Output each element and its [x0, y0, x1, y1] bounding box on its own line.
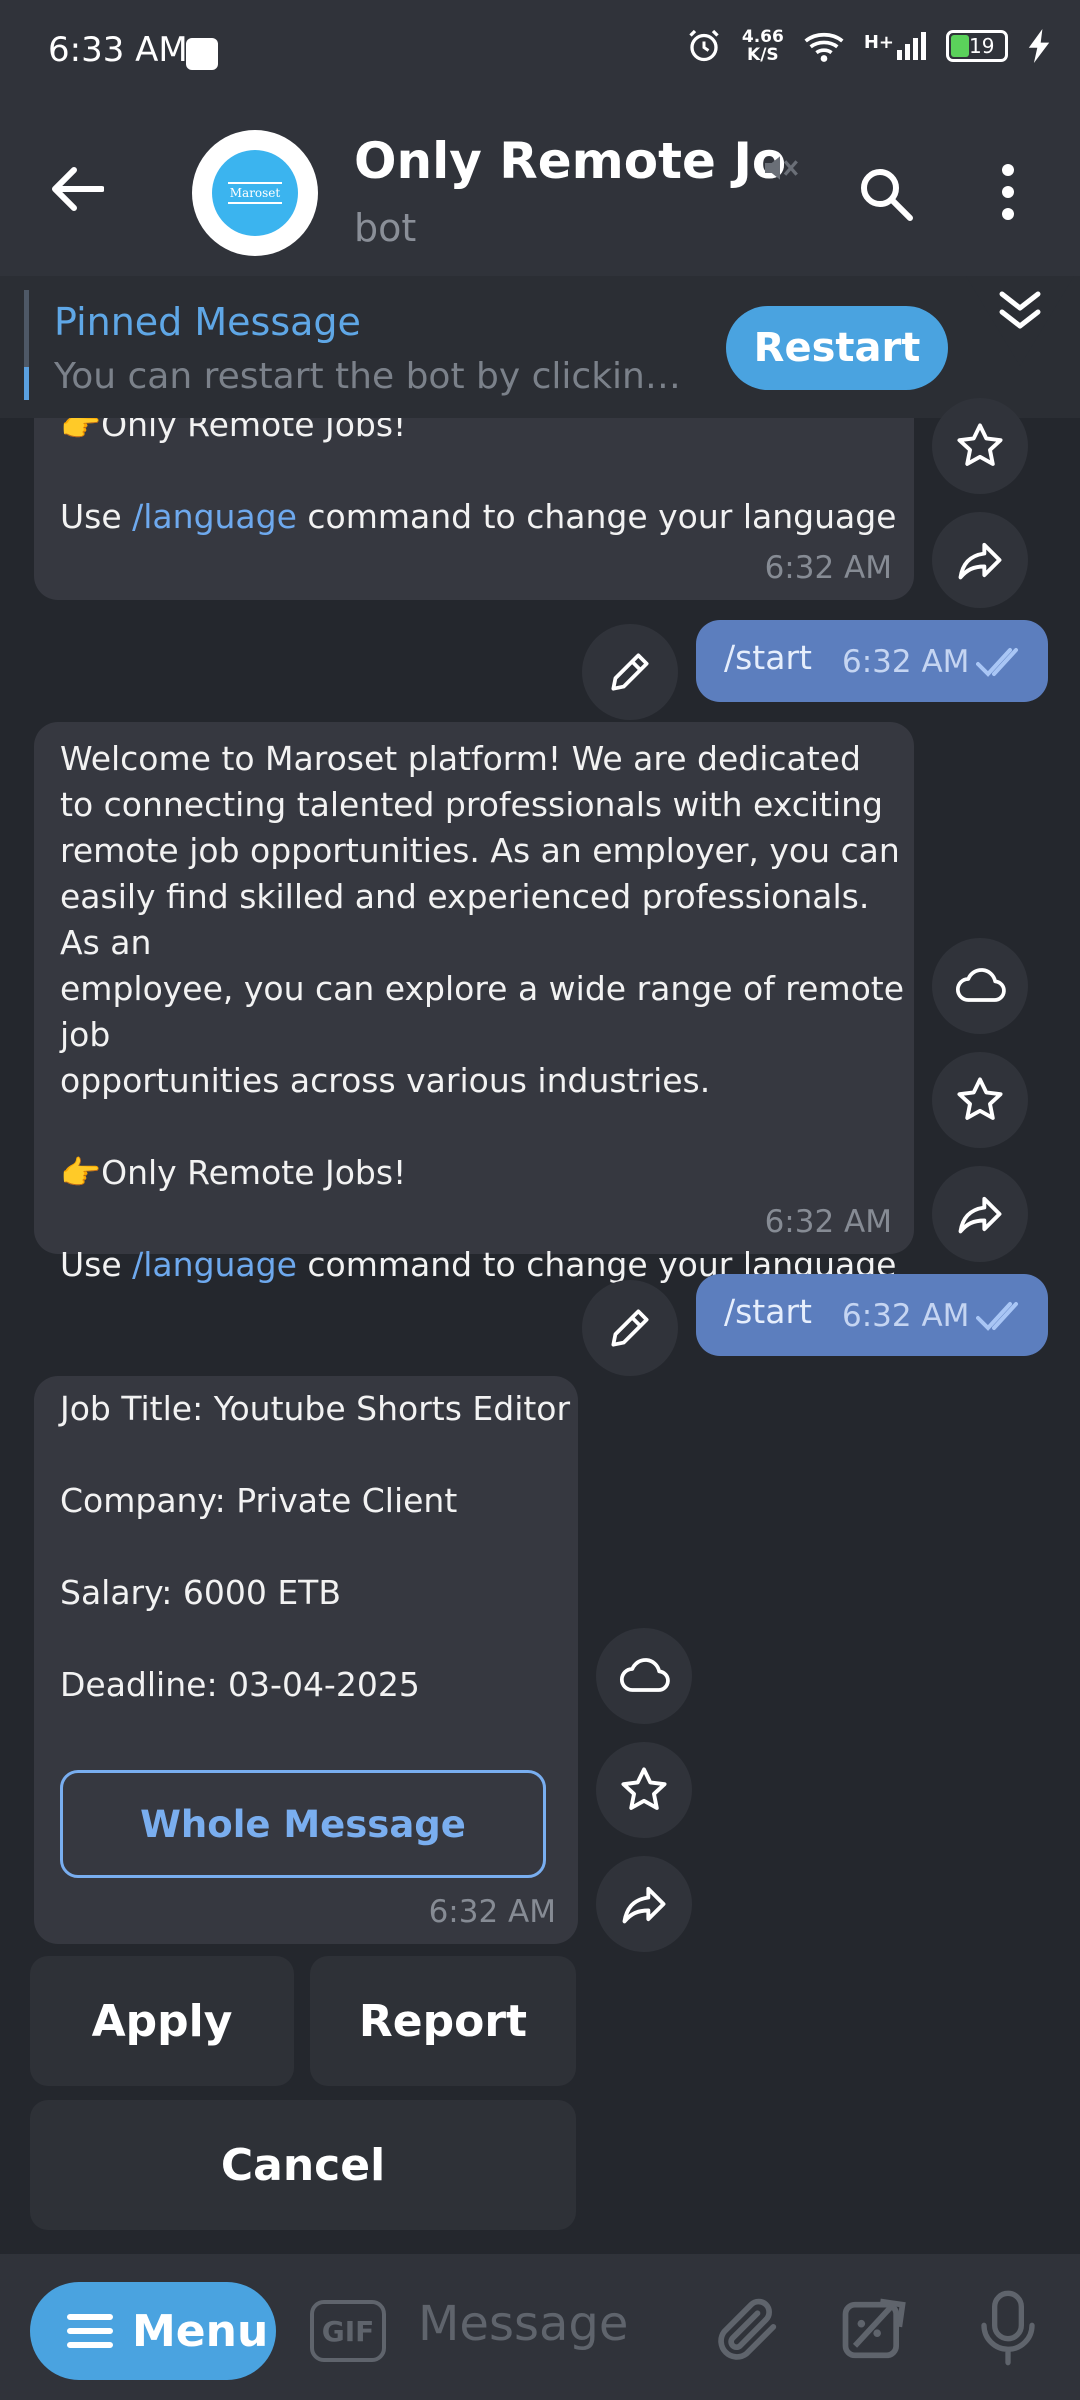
save-to-cloud-button[interactable]: [932, 938, 1028, 1034]
job-message-bubble[interactable]: Job Title: Youtube Shorts Editor Company…: [34, 1376, 578, 1944]
cancel-button[interactable]: Cancel: [30, 2100, 576, 2230]
pinned-text: You can restart the bot by clickin…: [54, 356, 681, 397]
job-details-text: Job Title: Youtube Shorts Editor Company…: [60, 1389, 571, 1704]
save-to-cloud-button[interactable]: [596, 1628, 692, 1724]
avatar-logo-text: Maroset: [227, 182, 283, 204]
status-icons: 4.66 K/S H+ 19: [686, 28, 1050, 64]
edit-button[interactable]: [582, 624, 678, 720]
sticker-icon[interactable]: [836, 2292, 912, 2368]
language-command-link[interactable]: /language: [132, 497, 297, 536]
forward-button[interactable]: [596, 1856, 692, 1952]
menu-label: Menu: [132, 2305, 269, 2357]
pencil-icon: [611, 653, 649, 691]
apply-button[interactable]: Apply: [30, 1956, 294, 2086]
language-command-link[interactable]: /language: [132, 1245, 297, 1284]
read-check-icon: [976, 648, 1018, 677]
favorite-button[interactable]: [596, 1742, 692, 1838]
back-arrow-icon[interactable]: [50, 166, 104, 212]
report-button[interactable]: Report: [310, 1956, 576, 2086]
pin-indicator: [24, 290, 29, 400]
whole-message-button[interactable]: Whole Message: [60, 1770, 546, 1878]
cloud-icon: [620, 1658, 670, 1692]
hamburger-icon: [67, 2314, 113, 2348]
charging-icon: [1028, 29, 1050, 63]
sent-message[interactable]: /start 6:32 AM: [696, 620, 1048, 702]
sent-text: /start: [724, 1292, 812, 1331]
net-speed: 4.66 K/S: [741, 27, 784, 65]
status-time: 6:33 AM: [48, 30, 188, 70]
share-icon: [958, 1196, 1002, 1234]
star-icon: [957, 1077, 1003, 1120]
favorite-button[interactable]: [932, 1052, 1028, 1148]
battery-icon: 19: [946, 30, 1008, 62]
star-icon: [621, 1767, 667, 1810]
read-check-icon: [976, 1302, 1018, 1331]
chat-subtitle: bot: [354, 206, 417, 250]
message-time: 6:32 AM: [764, 1204, 892, 1240]
gif-icon[interactable]: GIF: [310, 2300, 386, 2362]
notification-icon: [186, 38, 218, 70]
microphone-icon[interactable]: [976, 2288, 1040, 2368]
restart-button[interactable]: Restart: [726, 306, 948, 390]
muted-icon: [765, 156, 798, 180]
wifi-icon: [804, 32, 844, 62]
cloud-icon: [956, 968, 1006, 1002]
forward-button[interactable]: [932, 512, 1028, 608]
status-bar: 6:33 AM 4.66 K/S H+ 19: [0, 0, 1080, 110]
message-input-bar: Menu GIF Message: [0, 2254, 1080, 2400]
sent-message[interactable]: /start 6:32 AM: [696, 1274, 1048, 1356]
message-text: 👉Only Remote Jobs! Use /language command…: [60, 405, 897, 536]
cell-signal-icon: H+: [864, 32, 926, 60]
message-input[interactable]: Message: [418, 2296, 628, 2352]
sent-time: 6:32 AM: [842, 644, 970, 680]
pinned-message-bar[interactable]: Pinned Message You can restart the bot b…: [0, 276, 1080, 418]
scroll-down-icon[interactable]: [966, 276, 1074, 370]
more-options-icon[interactable]: [1000, 162, 1016, 222]
pinned-title: Pinned Message: [54, 300, 361, 344]
edit-button[interactable]: [582, 1280, 678, 1376]
pencil-icon: [611, 1309, 649, 1347]
favorite-button[interactable]: [932, 398, 1028, 494]
avatar[interactable]: Maroset: [192, 130, 318, 256]
attach-icon[interactable]: [710, 2292, 786, 2368]
message-time: 6:32 AM: [428, 1894, 556, 1930]
forward-button[interactable]: [932, 1166, 1028, 1262]
menu-button[interactable]: Menu: [30, 2282, 276, 2380]
alarm-icon: [689, 29, 719, 62]
message-time: 6:32 AM: [764, 550, 892, 586]
share-icon: [958, 542, 1002, 580]
chat-header: Maroset Only Remote Jobs bot: [0, 110, 1080, 276]
chat-title[interactable]: Only Remote Jobs: [354, 132, 784, 190]
message-bubble[interactable]: Welcome to Maroset platform! We are dedi…: [34, 722, 914, 1284]
share-icon: [622, 1886, 666, 1924]
sent-time: 6:32 AM: [842, 1298, 970, 1334]
star-icon: [957, 423, 1003, 466]
search-icon[interactable]: [858, 166, 914, 222]
sent-text: /start: [724, 638, 812, 677]
